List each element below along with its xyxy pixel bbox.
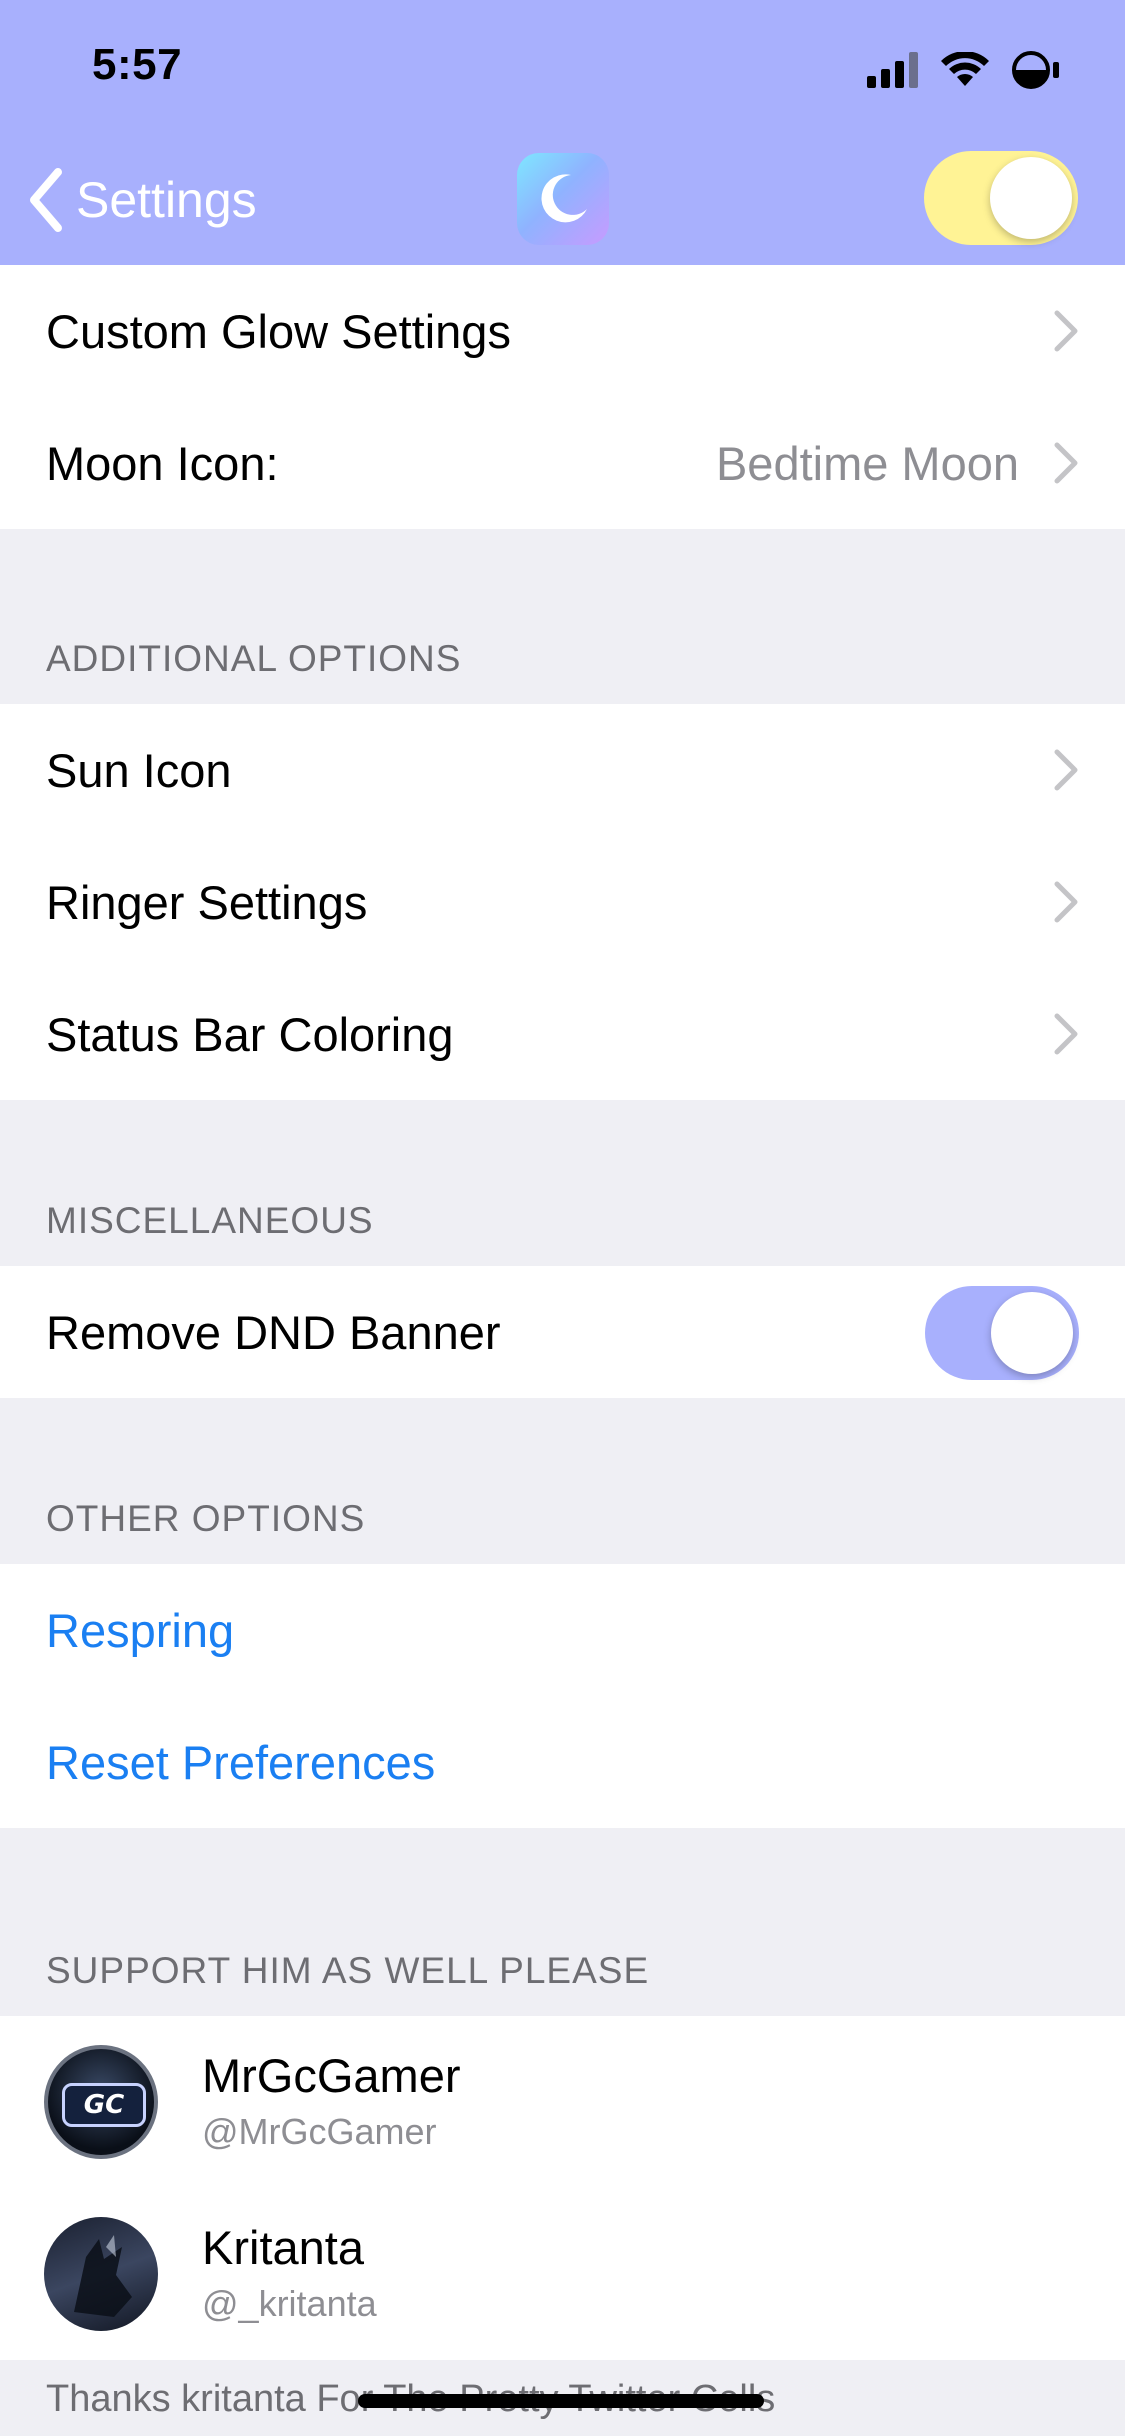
section-header-additional: ADDITIONAL OPTIONS (46, 638, 462, 679)
status-time: 5:57 (92, 40, 183, 89)
twitter-cell-mrgcgamer[interactable]: GC MrGcGamer @MrGcGamer (0, 2016, 1125, 2188)
avatar (44, 2217, 158, 2331)
respring-button[interactable]: Respring (0, 1564, 1125, 1696)
row-label: Reset Preferences (46, 1735, 436, 1789)
chevron-right-icon (1054, 310, 1078, 352)
row-label: Sun Icon (46, 743, 232, 797)
section-header-support: SUPPORT HIM AS WELL PLEASE (46, 1950, 650, 1991)
row-label: Status Bar Coloring (46, 1007, 454, 1061)
person-name: MrGcGamer (202, 2049, 461, 2102)
support-group: GC MrGcGamer @MrGcGamer Kritanta @_krita… (0, 2016, 1125, 2360)
moon-icon (541, 174, 587, 223)
wolf-avatar-icon (74, 2235, 132, 2317)
chevron-right-icon (1054, 881, 1078, 923)
chevron-right-icon (1054, 1013, 1078, 1055)
battery-icon (1012, 51, 1059, 89)
person-handle: @MrGcGamer (202, 2111, 437, 2152)
navigation-bar: 5:57 Settings (0, 0, 1125, 265)
person-handle: @_kritanta (202, 2283, 377, 2324)
toggle-knob (990, 157, 1072, 239)
sun-icon-row[interactable]: Sun Icon (0, 704, 1125, 836)
chevron-right-icon (1054, 442, 1078, 484)
misc-group: Remove DND Banner (0, 1266, 1125, 1398)
twitter-cell-kritanta[interactable]: Kritanta @_kritanta (0, 2188, 1125, 2360)
ringer-settings-row[interactable]: Ringer Settings (0, 836, 1125, 968)
master-enable-toggle[interactable] (924, 151, 1078, 245)
other-options-group: Respring Reset Preferences (0, 1564, 1125, 1828)
row-label: Respring (46, 1603, 235, 1657)
moon-app-icon (517, 153, 609, 245)
row-label: Ringer Settings (46, 875, 368, 929)
section-header-misc: MISCELLANEOUS (46, 1200, 374, 1241)
avatar: GC (44, 2045, 158, 2159)
status-icons (867, 48, 1063, 92)
reset-preferences-button[interactable]: Reset Preferences (0, 1696, 1125, 1828)
home-indicator[interactable] (358, 2394, 764, 2408)
section-header-other: OTHER OPTIONS (46, 1498, 366, 1539)
wifi-icon (941, 52, 989, 86)
row-label: Custom Glow Settings (46, 304, 511, 358)
avatar-badge: GC (62, 2083, 146, 2127)
row-label: Moon Icon: (46, 436, 279, 490)
remove-dnd-banner-toggle[interactable] (925, 1286, 1079, 1380)
row-value: Bedtime Moon (715, 436, 1019, 490)
additional-options-group: Sun Icon Ringer Settings Status Bar Colo… (0, 704, 1125, 1100)
custom-glow-settings-row[interactable]: Custom Glow Settings (0, 265, 1125, 397)
remove-dnd-banner-row: Remove DND Banner (0, 1266, 1125, 1398)
main-settings-group: Custom Glow Settings Moon Icon: Bedtime … (0, 265, 1125, 529)
moon-icon-row[interactable]: Moon Icon: Bedtime Moon (0, 397, 1125, 529)
cellular-signal-icon (867, 52, 918, 88)
person-name: Kritanta (202, 2221, 364, 2274)
chevron-left-icon (30, 168, 62, 232)
back-button[interactable]: Settings (22, 160, 257, 240)
back-button-label: Settings (76, 172, 257, 228)
status-bar-coloring-row[interactable]: Status Bar Coloring (0, 968, 1125, 1100)
toggle-knob (991, 1292, 1073, 1374)
chevron-right-icon (1054, 749, 1078, 791)
